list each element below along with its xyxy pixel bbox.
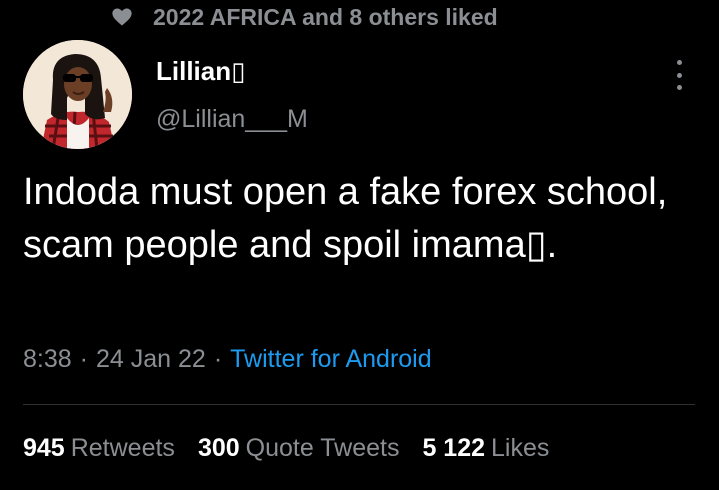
tweet-date[interactable]: 24 Jan 22 (96, 345, 206, 374)
avatar[interactable] (23, 40, 132, 149)
retweets-count: 945 (23, 434, 65, 462)
quote-tweets-stat[interactable]: 300 Quote Tweets (198, 434, 400, 463)
tweet-text: Indoda must open a fake forex school, sc… (23, 171, 668, 266)
likes-label: Likes (491, 434, 550, 462)
social-context-text: 2022 AFRICA and 8 others liked (153, 3, 498, 30)
separator: · (79, 345, 88, 373)
tweet-time[interactable]: 8:38 (23, 345, 72, 374)
divider (23, 404, 695, 405)
dot-icon (676, 85, 682, 90)
likes-stat[interactable]: 5 122 Likes (422, 434, 549, 463)
retweets-label: Retweets (70, 434, 175, 462)
more-options-icon[interactable] (664, 56, 694, 94)
separator: · (213, 345, 223, 373)
source-link[interactable]: Twitter for Android (230, 345, 431, 374)
dot-icon (676, 72, 682, 78)
retweets-stat[interactable]: 945 Retweets (23, 434, 175, 463)
heart-icon (111, 6, 133, 28)
tweet-meta: 8:38 · 24 Jan 22 · Twitter for Android (23, 345, 432, 374)
dot-icon (676, 60, 682, 65)
display-name[interactable]: Lillian▯ (156, 56, 245, 87)
quotes-count: 300 (197, 434, 240, 462)
likes-count: 5 122 (422, 434, 486, 462)
user-handle[interactable]: @Lillian___M (156, 105, 308, 134)
quotes-label: Quote Tweets (245, 434, 400, 462)
social-context[interactable]: 2022 AFRICA and 8 others liked (111, 4, 498, 30)
tweet-stats: 945 Retweets 300 Quote Tweets 5 122 Likes (23, 434, 572, 463)
